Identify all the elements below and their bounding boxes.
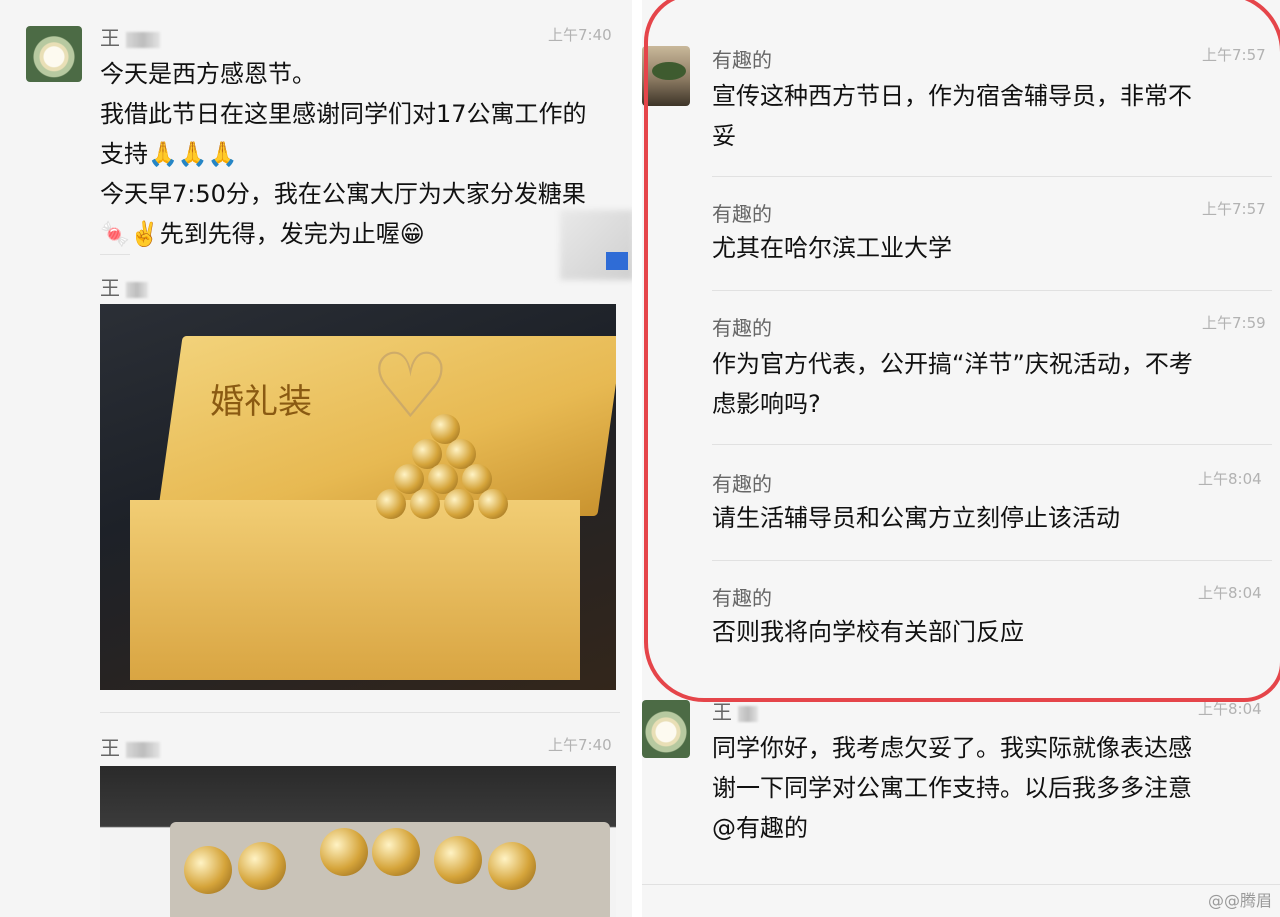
message-time: 上午7:40	[548, 736, 612, 754]
avatar[interactable]	[642, 46, 690, 106]
message-line: 支持🙏🙏🙏	[100, 140, 238, 168]
message-line: 同学你好，我考虑欠妥了。我实际就像表达感	[712, 734, 1192, 762]
message-text: 宣传这种西方节日，作为宿舍辅导员，非常不 妥	[712, 76, 1268, 156]
message-text: 作为官方代表，公开搞“洋节”庆祝活动，不考 虑影响吗?	[712, 344, 1268, 424]
divider	[712, 290, 1272, 291]
box-front	[130, 500, 580, 680]
box-brand-text: 婚礼装	[210, 382, 312, 422]
chocolate-ball	[444, 489, 474, 519]
message-time: 上午8:04	[1198, 700, 1262, 718]
divider	[100, 254, 130, 255]
message-line: 我借此节日在这里感谢同学们对17公寓工作的	[100, 100, 587, 128]
message-time: 上午7:59	[1202, 314, 1266, 332]
chocolate-ball	[478, 489, 508, 519]
message-line: 作为官方代表，公开搞“洋节”庆祝活动，不考	[712, 350, 1193, 378]
message-time: 上午8:04	[1198, 470, 1262, 488]
sender-name: 有趣的	[712, 316, 772, 340]
chocolate-ball	[434, 836, 482, 884]
sender-name: 王	[712, 696, 759, 725]
message-time: 上午7:40	[548, 26, 612, 44]
left-chat-panel: 王 上午7:40 今天是西方感恩节。 我借此节日在这里感谢同学们对17公寓工作的…	[0, 0, 632, 917]
message-text: 否则我将向学校有关部门反应	[712, 612, 1268, 652]
chocolate-box-photo[interactable]: 婚礼装 ♡	[100, 304, 616, 690]
divider	[712, 560, 1272, 561]
panel-gap	[632, 0, 642, 917]
sender-name: 有趣的	[712, 202, 772, 226]
divider	[100, 712, 620, 713]
message-line: 谢一下同学对公寓工作支持。以后我多多注意	[712, 774, 1192, 802]
message-time: 上午7:57	[1202, 46, 1266, 64]
name-redaction	[126, 281, 149, 298]
chocolates-photo[interactable]	[100, 766, 616, 917]
message-line: 尤其在哈尔滨工业大学	[712, 234, 952, 262]
divider	[712, 444, 1272, 445]
chocolate-ball	[376, 489, 406, 519]
message-text: 今天是西方感恩节。 我借此节日在这里感谢同学们对17公寓工作的 支持🙏🙏🙏 今天…	[100, 54, 620, 254]
message-line: 虑影响吗?	[712, 390, 821, 418]
message-line: 🍬✌️先到先得，发完为止喔😁	[100, 220, 425, 248]
avatar[interactable]	[642, 700, 690, 758]
chocolate-ball	[184, 846, 232, 894]
message-time: 上午8:04	[1198, 584, 1262, 602]
message-text: 尤其在哈尔滨工业大学	[712, 228, 1268, 268]
sender-name: 有趣的	[712, 472, 772, 496]
watermark: @@腾眉	[1207, 891, 1272, 910]
chocolate-ball	[410, 489, 440, 519]
sender-name: 王	[100, 272, 149, 301]
message-line: 宣传这种西方节日，作为宿舍辅导员，非常不	[712, 82, 1192, 110]
message-line: 今天是西方感恩节。	[100, 60, 316, 88]
message-line: 妥	[712, 122, 736, 150]
redacted-chip	[606, 252, 628, 270]
sender-name: 有趣的	[712, 586, 772, 610]
message-time: 上午7:57	[1202, 200, 1266, 218]
divider	[712, 176, 1272, 177]
name-redaction	[738, 705, 759, 722]
sender-name: 王	[100, 22, 161, 51]
right-chat-panel: 有趣的 上午7:57 宣传这种西方节日，作为宿舍辅导员，非常不 妥 有趣的 上午…	[642, 0, 1280, 917]
name-redaction	[126, 31, 161, 48]
avatar[interactable]	[26, 26, 82, 82]
message-text: 请生活辅导员和公寓方立刻停止该活动	[712, 498, 1268, 538]
message-text: 同学你好，我考虑欠妥了。我实际就像表达感 谢一下同学对公寓工作支持。以后我多多注…	[712, 728, 1268, 848]
message-line: 今天早7:50分，我在公寓大厅为大家分发糖果	[100, 180, 586, 208]
chocolate-ball	[372, 828, 420, 876]
message-line: @有趣的	[712, 814, 808, 842]
name-redaction	[126, 741, 161, 758]
message-line: 请生活辅导员和公寓方立刻停止该活动	[712, 504, 1120, 532]
divider	[642, 884, 1280, 885]
chocolate-ball	[238, 842, 286, 890]
chocolate-ball	[320, 828, 368, 876]
chocolate-ball	[488, 842, 536, 890]
sender-name: 有趣的	[712, 48, 772, 72]
message-line: 否则我将向学校有关部门反应	[712, 618, 1024, 646]
sender-name: 王	[100, 732, 161, 761]
